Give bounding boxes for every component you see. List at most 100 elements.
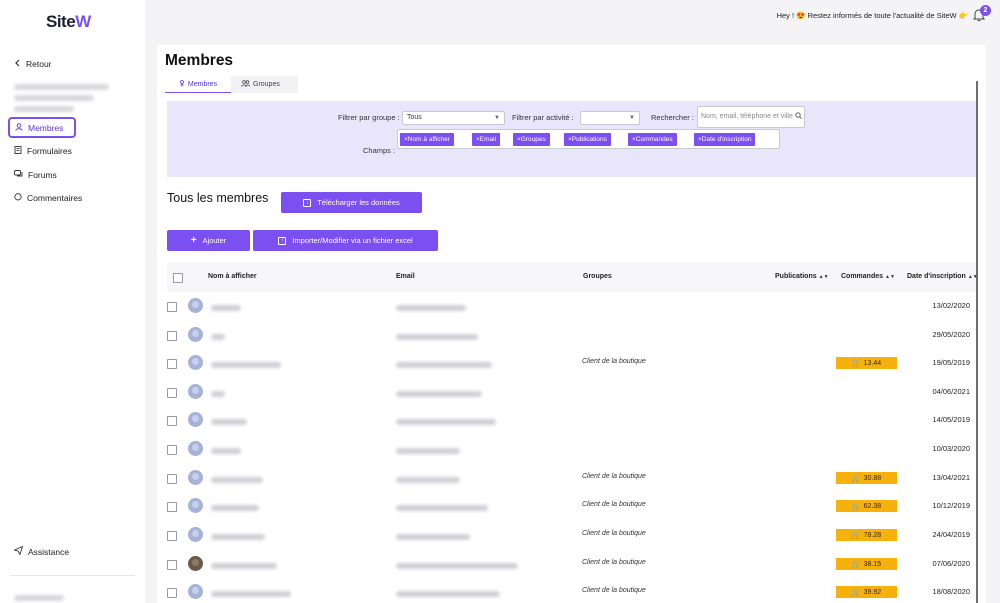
sidebar-item-membres[interactable]: Membres <box>8 117 76 138</box>
table-row[interactable]: Client de la boutique 🛒 39.92 18/08/2020 <box>167 579 976 603</box>
signup-date: 04/06/2021 <box>932 387 970 396</box>
chip-nom[interactable]: ×Nom à afficher <box>400 133 454 146</box>
scrollbar[interactable] <box>976 81 978 603</box>
tab-groupes[interactable]: Groupes <box>241 76 280 93</box>
sidebar-item-forums[interactable]: Forums <box>14 170 57 180</box>
col-orders[interactable]: Commandes ▲▼ <box>841 273 895 280</box>
orders-badge[interactable]: 🛒 38.15 <box>836 558 897 570</box>
col-name[interactable]: Nom à afficher <box>208 273 257 280</box>
signup-date: 07/06/2020 <box>932 559 970 568</box>
name-blurred <box>211 334 225 340</box>
table-row[interactable]: Client de la boutique 🛒 38.15 07/06/2020 <box>167 551 976 580</box>
row-checkbox[interactable] <box>167 588 177 598</box>
orders-badge[interactable]: 🛒 39.92 <box>836 586 897 598</box>
user-icon <box>15 122 23 133</box>
avatar <box>188 556 203 571</box>
news-banner[interactable]: Hey ! 😍 Restez informés de toute l'actua… <box>777 11 968 20</box>
person-icon <box>179 79 185 89</box>
sidebar-item-label: Commentaires <box>27 193 83 203</box>
signup-date: 13/04/2021 <box>932 473 970 482</box>
orders-badge[interactable]: 🛒 30.88 <box>836 472 897 484</box>
table-row[interactable]: 10/03/2020 <box>167 436 976 465</box>
activity-filter-select[interactable]: ▼ <box>580 111 640 125</box>
table-row[interactable]: Client de la boutique 🛒 13.44 19/05/2019 <box>167 350 976 379</box>
signup-date: 13/02/2020 <box>932 301 970 310</box>
members-panel: Membres Membres Groupes Filtrer par grou… <box>157 45 986 603</box>
orders-badge[interactable]: 🛒 78.28 <box>836 529 897 541</box>
tab-membres[interactable]: Membres <box>165 76 231 93</box>
select-all-checkbox[interactable] <box>173 273 183 283</box>
table-header: Nom à afficher Email Groupes Publication… <box>167 262 978 292</box>
email-blurred <box>396 448 460 454</box>
row-checkbox[interactable] <box>167 474 177 484</box>
back-link[interactable]: Retour <box>14 59 52 69</box>
group-filter-select[interactable]: Tous ▼ <box>402 111 505 125</box>
table-row[interactable]: Client de la boutique 🛒 78.28 24/04/2019 <box>167 522 976 551</box>
group-icon <box>241 80 251 89</box>
sitew-logo[interactable]: SiteW <box>46 12 91 32</box>
download-data-button[interactable]: ↓ Télécharger les données <box>281 192 422 213</box>
name-blurred <box>211 362 281 368</box>
sidebar-item-commentaires[interactable]: Commentaires <box>14 193 82 203</box>
member-group: Client de la boutique <box>582 473 646 480</box>
row-checkbox[interactable] <box>167 445 177 455</box>
sidebar: SiteW Retour Membres Formulaires Forums … <box>0 0 145 603</box>
row-checkbox[interactable] <box>167 416 177 426</box>
import-excel-button[interactable]: ↑ Importer/Modifier via un fichier excel <box>253 230 438 251</box>
sort-icon: ▲▼ <box>885 274 895 280</box>
row-checkbox[interactable] <box>167 302 177 312</box>
page-title: Membres <box>165 52 234 69</box>
signup-date: 14/05/2019 <box>932 415 970 424</box>
orders-badge[interactable]: 🛒 13.44 <box>836 357 897 369</box>
chip-commandes[interactable]: ×Commandes <box>628 133 677 146</box>
name-blurred <box>211 305 241 311</box>
row-checkbox[interactable] <box>167 560 177 570</box>
table-row[interactable]: 04/06/2021 <box>167 379 976 408</box>
email-blurred <box>396 362 492 368</box>
member-group: Client de la boutique <box>582 587 646 594</box>
plus-icon: + <box>190 235 197 246</box>
name-blurred <box>211 505 259 511</box>
email-blurred <box>396 391 482 397</box>
chip-groupes[interactable]: ×Groupes <box>513 133 550 146</box>
chip-date-inscription[interactable]: ×Date d'inscription <box>694 133 756 146</box>
signup-date: 10/03/2020 <box>932 444 970 453</box>
sidebar-item-formulaires[interactable]: Formulaires <box>14 146 72 156</box>
cart-icon: 🛒 <box>851 589 861 596</box>
col-date[interactable]: Date d'inscription ▲▼ <box>907 273 978 280</box>
row-checkbox[interactable] <box>167 359 177 369</box>
table-row[interactable]: Client de la boutique 🛒 30.88 13/04/2021 <box>167 465 976 494</box>
member-group: Client de la boutique <box>582 501 646 508</box>
cart-icon: 🛒 <box>851 561 861 568</box>
fields-selector[interactable]: ×Nom à afficher ×Email ×Groupes ×Publica… <box>397 129 780 149</box>
account-blurred <box>14 595 64 601</box>
col-email[interactable]: Email <box>396 273 415 280</box>
tab-bar: Membres Groupes <box>165 76 298 93</box>
table-row[interactable]: 14/05/2019 <box>167 407 976 436</box>
activity-filter-label: Filtrer par activité : <box>512 113 574 122</box>
name-blurred <box>211 477 263 483</box>
row-checkbox[interactable] <box>167 331 177 341</box>
chip-publications[interactable]: ×Publications <box>564 133 611 146</box>
site-name-blurred <box>14 84 114 112</box>
search-input[interactable]: Nom, email, téléphone et ville <box>697 106 805 128</box>
sidebar-divider <box>10 575 135 576</box>
assistance-link[interactable]: Assistance <box>13 545 69 557</box>
chip-email[interactable]: ×Email <box>472 133 501 146</box>
orders-badge[interactable]: 🛒 62.38 <box>836 500 897 512</box>
row-checkbox[interactable] <box>167 502 177 512</box>
col-publications[interactable]: Publications ▲▼ <box>775 273 829 280</box>
signup-date: 29/05/2020 <box>932 330 970 339</box>
col-groups[interactable]: Groupes <box>583 273 612 280</box>
add-member-button[interactable]: + Ajouter <box>167 230 250 251</box>
table-row[interactable]: 29/05/2020 <box>167 322 976 351</box>
name-blurred <box>211 391 225 397</box>
email-blurred <box>396 477 460 483</box>
member-group: Client de la boutique <box>582 559 646 566</box>
row-checkbox[interactable] <box>167 531 177 541</box>
row-checkbox[interactable] <box>167 388 177 398</box>
table-row[interactable]: Client de la boutique 🛒 62.38 10/12/2019 <box>167 493 976 522</box>
email-blurred <box>396 563 518 569</box>
table-row[interactable]: 13/02/2020 <box>167 293 976 322</box>
cart-icon: 🛒 <box>851 503 861 510</box>
